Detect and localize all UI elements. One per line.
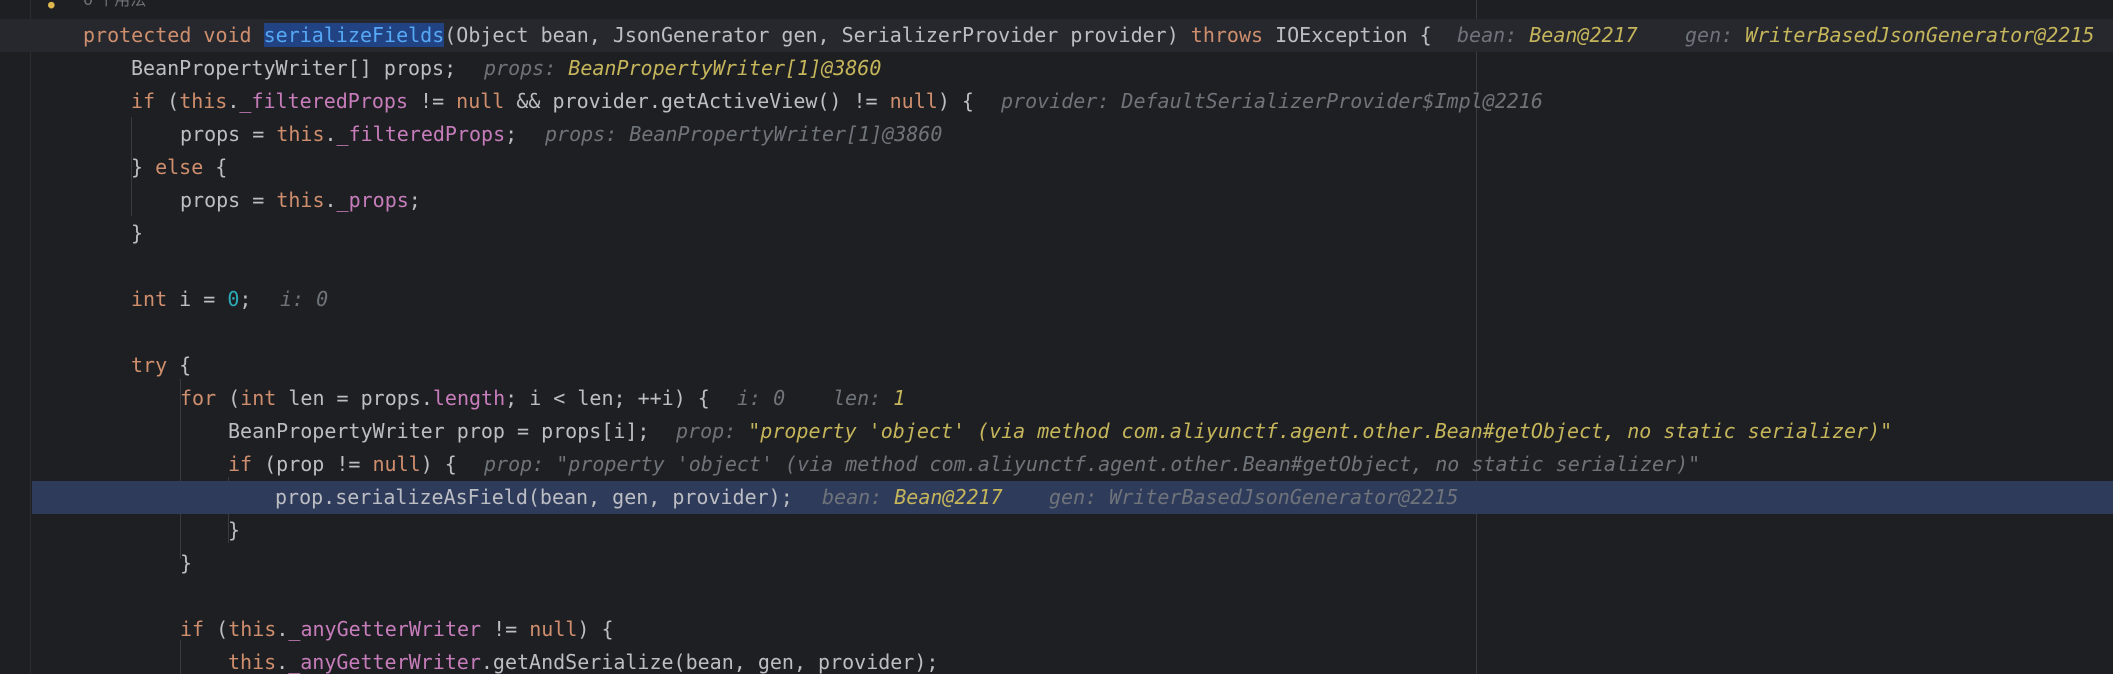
code-text: } xyxy=(228,518,241,542)
code-text: if (this._anyGetterWriter != null) { xyxy=(180,617,614,641)
code-text: if (this._filteredProps != null && provi… xyxy=(131,89,974,113)
inline-debug-value[interactable]: bean: Bean@2217 xyxy=(822,481,1003,514)
inline-debug-value[interactable]: bean: Bean@2217 xyxy=(1457,19,1638,52)
code-line[interactable]: } else { xyxy=(0,151,2113,184)
code-text: BeanPropertyWriter[] props; xyxy=(131,56,457,80)
code-line[interactable]: } xyxy=(0,514,2113,547)
code-text: props = this._filteredProps; xyxy=(180,122,518,146)
usage-hint[interactable]: 0 个用法 xyxy=(83,0,146,10)
code-text: this._anyGetterWriter.getAndSerialize(be… xyxy=(228,650,939,674)
intention-bulb-icon[interactable]: ● xyxy=(48,0,60,10)
code-text: try { xyxy=(131,353,192,377)
inline-debug-value[interactable]: prop: "property 'object' (via method com… xyxy=(484,448,1700,481)
code-line[interactable]: BeanPropertyWriter[] props; props: BeanP… xyxy=(0,52,2113,85)
inline-debug-value[interactable]: prop: "property 'object' (via method com… xyxy=(676,415,1892,448)
execution-point-line[interactable]: prop.serializeAsField(bean, gen, provide… xyxy=(32,481,2113,514)
inline-debug-value[interactable]: gen: WriterBasedJsonGenerator@2215 xyxy=(1049,481,1458,514)
code-text: } else { xyxy=(131,155,228,179)
inline-debug-value[interactable]: gen: WriterBasedJsonGenerator@2215 xyxy=(1685,19,2094,52)
code-line[interactable]: int i = 0; i: 0 xyxy=(0,283,2113,316)
inline-debug-value[interactable]: props: BeanPropertyWriter[1]@3860 xyxy=(545,118,942,151)
code-line[interactable]: } xyxy=(0,217,2113,250)
code-line[interactable]: for (int len = props.length; i < len; ++… xyxy=(0,382,2113,415)
inline-debug-value[interactable]: i: 0 xyxy=(737,382,785,415)
code-line[interactable]: if (prop != null) { prop: "property 'obj… xyxy=(0,448,2113,481)
inline-debug-value[interactable]: len: 1 xyxy=(833,382,905,415)
code-line[interactable]: if (this._anyGetterWriter != null) { xyxy=(0,613,2113,646)
code-text: protected void serializeFields(Object be… xyxy=(83,23,1432,47)
code-line[interactable]: props = this._props; xyxy=(0,184,2113,217)
code-line[interactable]: BeanPropertyWriter prop = props[i]; prop… xyxy=(0,415,2113,448)
code-editor[interactable]: ● 0 个用法 protected void serializeFields(O… xyxy=(0,0,2113,674)
inline-debug-value[interactable]: i: 0 xyxy=(280,283,328,316)
inline-debug-value[interactable]: provider: DefaultSerializerProvider$Impl… xyxy=(1001,85,1543,118)
code-line[interactable]: protected void serializeFields(Object be… xyxy=(0,19,2113,52)
code-text: props = this._props; xyxy=(180,188,421,212)
code-text: if (prop != null) { xyxy=(228,452,457,476)
code-text: } xyxy=(131,221,144,245)
code-line[interactable]: try { xyxy=(0,349,2113,382)
code-line[interactable]: this._anyGetterWriter.getAndSerialize(be… xyxy=(0,646,2113,674)
code-text: BeanPropertyWriter prop = props[i]; xyxy=(228,419,650,443)
code-text: prop.serializeAsField(bean, gen, provide… xyxy=(275,485,793,509)
code-text: int i = 0; xyxy=(131,287,252,311)
code-line[interactable]: } xyxy=(0,547,2113,580)
code-text: for (int len = props.length; i < len; ++… xyxy=(180,386,710,410)
code-line[interactable]: props = this._filteredProps; props: Bean… xyxy=(0,118,2113,151)
inline-debug-value[interactable]: props: BeanPropertyWriter[1]@3860 xyxy=(484,52,881,85)
code-text: } xyxy=(180,551,193,575)
code-line[interactable]: if (this._filteredProps != null && provi… xyxy=(0,85,2113,118)
